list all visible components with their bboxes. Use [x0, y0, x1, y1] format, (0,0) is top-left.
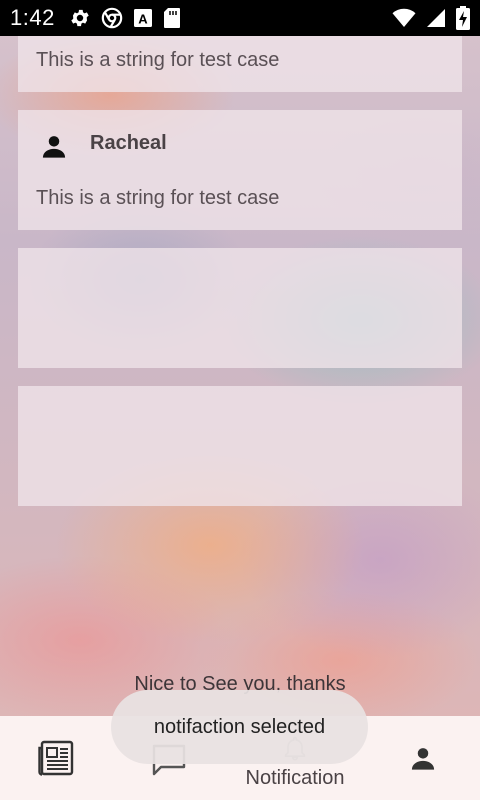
signal-icon — [426, 8, 446, 28]
font-a-icon: A — [133, 8, 153, 28]
message-card[interactable]: Racheal This is a string for test case — [18, 110, 462, 230]
svg-text:A: A — [138, 12, 148, 27]
message-card[interactable] — [18, 248, 462, 368]
chrome-icon — [101, 7, 123, 29]
wifi-icon — [392, 8, 416, 28]
toast-message: notifaction selected — [111, 690, 368, 764]
card-text: This is a string for test case — [36, 187, 280, 209]
card-name: Racheal — [90, 132, 167, 154]
card-text: This is a string for test case — [36, 49, 280, 71]
status-right-icons — [392, 6, 470, 30]
screen: 1:42 A This is a string for test case Ra… — [0, 0, 480, 800]
nav-item-news[interactable] — [0, 716, 112, 800]
person-icon — [409, 744, 437, 777]
nav-label: Notification — [245, 767, 345, 789]
newspaper-icon — [38, 740, 74, 781]
status-time: 1:42 — [10, 5, 55, 30]
message-card[interactable]: This is a string for test case — [18, 36, 462, 92]
gear-icon — [69, 7, 91, 29]
message-card[interactable] — [18, 386, 462, 506]
sd-card-icon — [163, 7, 181, 29]
status-bar: 1:42 A — [0, 0, 480, 36]
nav-item-profile[interactable] — [368, 716, 480, 800]
status-left-icons: A — [69, 7, 181, 29]
person-icon — [40, 132, 68, 165]
battery-charging-icon — [456, 6, 470, 30]
